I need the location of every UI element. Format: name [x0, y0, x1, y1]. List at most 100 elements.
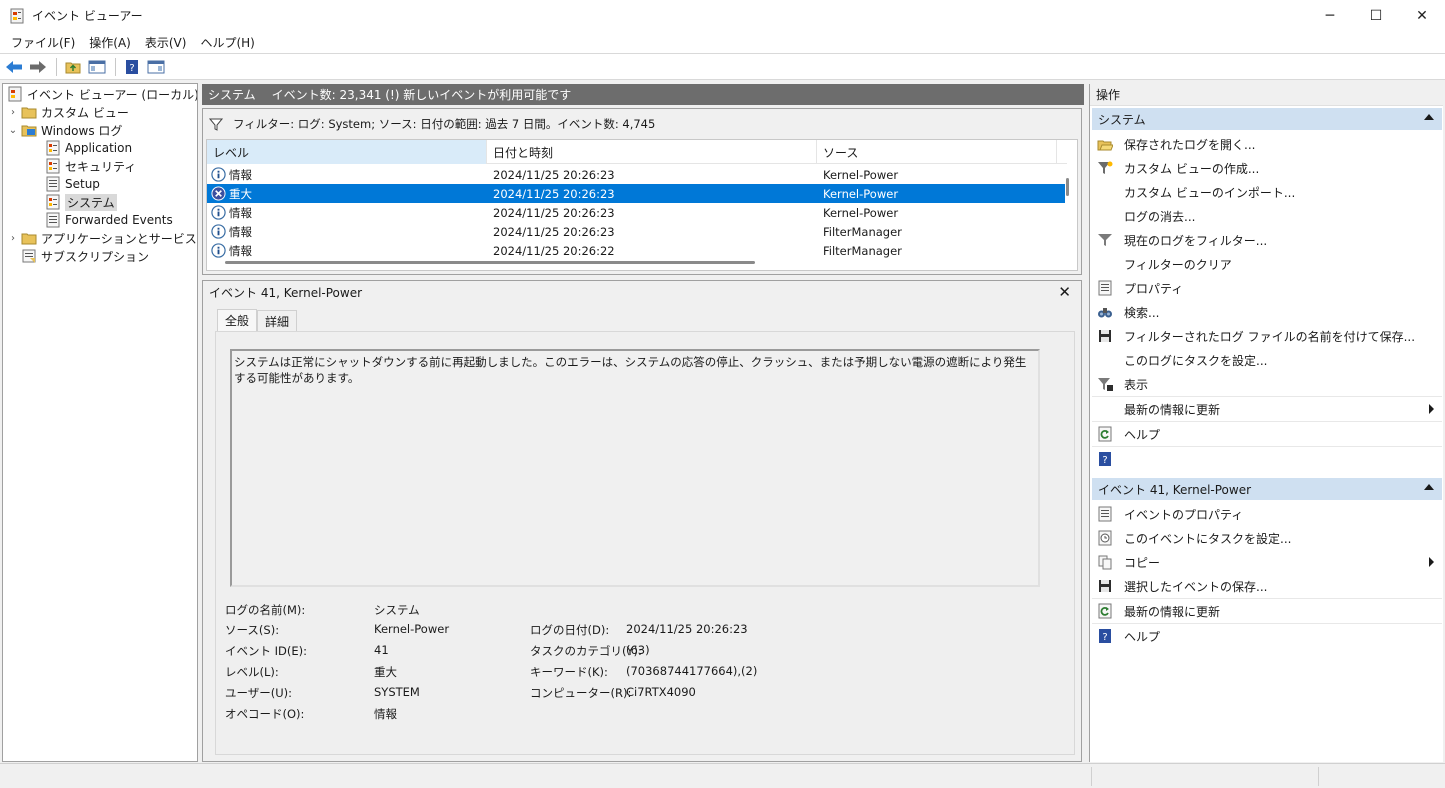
horizontal-scrollbar[interactable] [225, 261, 755, 264]
action-properties[interactable]: プロパティ [1092, 276, 1442, 300]
tree-item-setup[interactable]: Setup [43, 175, 100, 193]
vertical-scrollbar[interactable] [1066, 178, 1069, 196]
level-text: 情報 [229, 224, 252, 239]
back-button[interactable] [3, 56, 25, 78]
action-clear-log[interactable]: ログの消去... [1092, 204, 1442, 228]
table-row[interactable]: 情報 2024/11/25 20:26:23 FilterManager [207, 222, 1065, 241]
properties-icon [1097, 280, 1113, 296]
help-button[interactable]: ? [121, 56, 143, 78]
action-label: フィルターのクリア [1124, 257, 1232, 272]
action-open-saved-log[interactable]: 保存されたログを開く... [1092, 132, 1442, 156]
close-detail-button[interactable]: ✕ [1058, 283, 1071, 301]
action-help-event[interactable]: ? ヘルプ [1092, 624, 1442, 648]
action-help[interactable]: ? [1092, 447, 1442, 471]
table-row[interactable]: 情報 2024/11/25 20:26:23 Kernel-Power [207, 203, 1065, 222]
table-row[interactable]: 情報 2024/11/25 20:26:23 Kernel-Power [207, 165, 1065, 184]
field-label-level: レベル(L): [225, 665, 279, 679]
table-row[interactable]: 情報 2024/11/25 20:26:22 FilterManager [207, 241, 1065, 260]
field-label-user: ユーザー(U): [225, 686, 293, 700]
action-refresh[interactable]: ヘルプ [1092, 422, 1442, 446]
action-label: 表示 [1124, 377, 1149, 392]
menu-file[interactable]: ファイル(F) [4, 34, 82, 51]
tree-item-forwarded-events[interactable]: Forwarded Events [43, 211, 173, 229]
tree-item-security[interactable]: セキュリティ [43, 157, 136, 175]
menu-view[interactable]: 表示(V) [138, 34, 194, 51]
field-label-keywords: キーワード(K): [530, 665, 608, 679]
field-label-opcode: オペコード(O): [225, 707, 305, 721]
blank-icon [1097, 256, 1113, 272]
collapse-icon[interactable] [1424, 484, 1434, 490]
tree-item-subscriptions[interactable]: サブスクリプション [19, 247, 149, 265]
event-count-summary: イベント数: 23,341 (!) 新しいイベントが利用可能です [271, 88, 572, 102]
tab-details[interactable]: 詳細 [257, 310, 298, 331]
date-cell: 2024/11/25 20:26:23 [493, 167, 615, 182]
action-save-filter-to-custom-view[interactable]: 表示 [1092, 372, 1442, 396]
actions-pane: 操作 システム 保存されたログを開く... カスタム ビューの作成... カスタ… [1089, 84, 1443, 762]
tree-label: Setup [65, 177, 100, 191]
chevron-down-icon[interactable]: ⌄ [7, 125, 19, 136]
show-hide-action-icon [147, 60, 165, 73]
maximize-button[interactable]: ☐ [1353, 0, 1399, 31]
close-button[interactable]: ✕ [1399, 0, 1445, 31]
date-cell: 2024/11/25 20:26:22 [493, 243, 615, 258]
chevron-right-icon[interactable]: › [7, 233, 19, 244]
forward-button[interactable] [27, 56, 49, 78]
back-icon [6, 60, 22, 73]
action-label: このログにタスクを設定... [1124, 353, 1268, 368]
menu-help[interactable]: ヘルプ(H) [193, 34, 261, 51]
action-refresh-event[interactable]: 最新の情報に更新 [1092, 599, 1442, 623]
field-label-event-id: イベント ID(E): [225, 644, 308, 658]
action-create-custom-view[interactable]: カスタム ビューの作成... [1092, 156, 1442, 180]
action-attach-task-to-log[interactable]: このログにタスクを設定... [1092, 348, 1442, 372]
show-hide-action-button[interactable] [145, 56, 167, 78]
action-save-selected-events[interactable]: 選択したイベントの保存... [1092, 574, 1442, 598]
critical-icon [211, 186, 226, 201]
date-cell: 2024/11/25 20:26:23 [493, 224, 615, 239]
up-button[interactable] [62, 56, 84, 78]
tree-item-windows-logs[interactable]: ⌄ Windows ログ [7, 121, 123, 139]
action-find[interactable]: 検索... [1092, 300, 1442, 324]
column-header-level[interactable]: レベル [207, 140, 487, 164]
actions-section-system[interactable]: システム [1092, 108, 1442, 130]
action-clear-filter[interactable]: フィルターのクリア [1092, 252, 1442, 276]
collapse-icon[interactable] [1424, 114, 1434, 120]
window-title: イベント ビューアー [32, 9, 143, 23]
filter-bar: フィルター: ログ: System; ソース: 日付の範囲: 過去 7 日間。イ… [203, 109, 1081, 138]
log-header: システム イベント数: 23,341 (!) 新しいイベントが利用可能です [202, 84, 1084, 105]
tree-item-root[interactable]: イベント ビューアー (ローカル) [5, 85, 198, 103]
action-attach-task-to-event[interactable]: このイベントにタスクを設定... [1092, 526, 1442, 550]
events-grid: レベル 日付と時刻 ソース 情報 2024/11/25 20:26:23 Ker… [206, 139, 1078, 271]
field-value-source: Kernel-Power [374, 622, 450, 636]
actions-section-event[interactable]: イベント 41, Kernel-Power [1092, 478, 1442, 500]
action-filter-current-log[interactable]: 現在のログをフィルター... [1092, 228, 1442, 252]
level-text: 情報 [229, 167, 252, 182]
action-label: フィルターされたログ ファイルの名前を付けて保存... [1124, 329, 1416, 344]
tree-item-custom-views[interactable]: › カスタム ビュー [7, 103, 129, 121]
field-label-logged: ログの日付(D): [530, 623, 610, 637]
action-label: カスタム ビューのインポート... [1124, 185, 1296, 200]
table-row-selected[interactable]: 重大 2024/11/25 20:26:23 Kernel-Power [207, 184, 1065, 203]
help-icon: ? [1097, 628, 1113, 644]
column-header-date[interactable]: 日付と時刻 [487, 140, 817, 164]
event-viewer-icon [7, 86, 23, 102]
column-header-source[interactable]: ソース [817, 140, 1057, 164]
chevron-right-icon[interactable]: › [7, 107, 19, 118]
action-copy[interactable]: コピー [1092, 550, 1442, 574]
open-folder-icon [1097, 136, 1113, 152]
show-hide-tree-button[interactable] [86, 56, 108, 78]
action-save-filtered-log[interactable]: フィルターされたログ ファイルの名前を付けて保存... [1092, 324, 1442, 348]
forward-icon [30, 60, 46, 73]
show-hide-tree-icon [88, 60, 106, 73]
action-import-custom-view[interactable]: カスタム ビューのインポート... [1092, 180, 1442, 204]
action-event-properties[interactable]: イベントのプロパティ [1092, 502, 1442, 526]
tree-label: イベント ビューアー (ローカル) [27, 87, 198, 102]
action-view[interactable]: 最新の情報に更新 [1092, 397, 1442, 421]
source-cell: FilterManager [823, 243, 902, 258]
tree-item-system[interactable]: システム [43, 193, 117, 211]
menu-action[interactable]: 操作(A) [82, 34, 138, 51]
tree-item-app-service-logs[interactable]: › アプリケーションとサービス ログ [7, 229, 197, 247]
minimize-button[interactable]: ─ [1307, 0, 1353, 31]
tree-item-application[interactable]: Application [43, 139, 132, 157]
tab-general[interactable]: 全般 [217, 309, 258, 331]
event-description[interactable]: システムは正常にシャットダウンする前に再起動しました。このエラーは、システムの応… [230, 349, 1040, 587]
